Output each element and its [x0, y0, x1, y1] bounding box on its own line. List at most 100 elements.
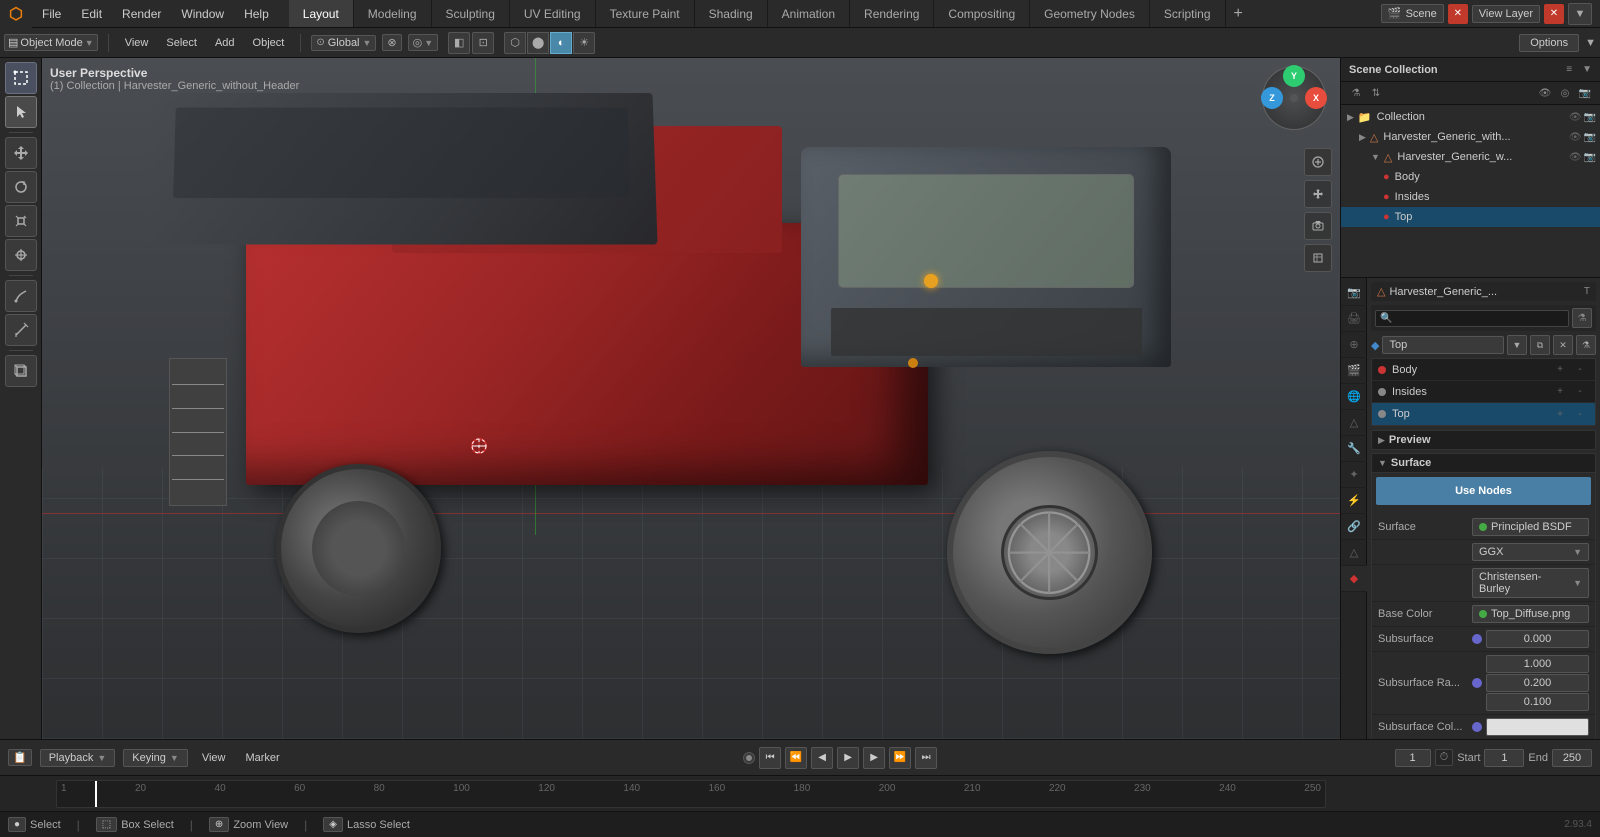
- scene-selector[interactable]: 🎬 Scene: [1381, 4, 1444, 23]
- options-chevron[interactable]: ▼: [1585, 37, 1596, 49]
- subsurface-value[interactable]: 0.000: [1486, 630, 1589, 648]
- mode-switcher[interactable]: ▤ Object Mode ▼: [4, 34, 98, 51]
- prop-constraints-tab[interactable]: 🔗: [1341, 514, 1367, 540]
- prop-modifier-tab[interactable]: 🔧: [1341, 436, 1367, 462]
- prop-material-tab[interactable]: ◆: [1341, 566, 1367, 592]
- viewlayer-close-btn[interactable]: ✕: [1544, 4, 1564, 24]
- scene-close-btn[interactable]: ✕: [1448, 4, 1468, 24]
- outliner-item-collection[interactable]: ▶ 📁 Collection 👁 📷: [1341, 107, 1600, 127]
- jump-end-btn[interactable]: ⏭: [915, 747, 937, 769]
- material-preview-btn[interactable]: ◐: [550, 32, 572, 54]
- tab-geometry-nodes[interactable]: Geometry Nodes: [1030, 0, 1150, 27]
- vis-cam-hp[interactable]: 📷: [1584, 132, 1596, 143]
- prop-world-tab[interactable]: 🌐: [1341, 384, 1367, 410]
- tab-animation[interactable]: Animation: [768, 0, 850, 27]
- subsurf-r-val1[interactable]: 1.000: [1486, 655, 1589, 673]
- prop-scene-tab[interactable]: 🎬: [1341, 358, 1367, 384]
- tool-select-box[interactable]: [5, 62, 37, 94]
- tab-shading[interactable]: Shading: [695, 0, 768, 27]
- select-menu[interactable]: Select: [160, 35, 203, 51]
- wireframe-btn[interactable]: ⬡: [504, 32, 526, 54]
- keying-dropdown[interactable]: Keying ▼: [123, 749, 188, 767]
- harvester-3d-object[interactable]: [198, 126, 1172, 548]
- tab-compositing[interactable]: Compositing: [934, 0, 1030, 27]
- surface-shader-value[interactable]: Principled BSDF: [1472, 518, 1589, 536]
- tab-scripting[interactable]: Scripting: [1150, 0, 1226, 27]
- prop-object-tab[interactable]: △: [1341, 410, 1367, 436]
- mat-insides-remove-btn[interactable]: -: [1571, 383, 1589, 401]
- rendered-btn[interactable]: ☀: [573, 32, 595, 54]
- timeline-marker-btn[interactable]: Marker: [239, 750, 285, 766]
- ggx-value[interactable]: GGX ▼: [1472, 543, 1589, 561]
- tab-rendering[interactable]: Rendering: [850, 0, 934, 27]
- mat-body-remove-btn[interactable]: -: [1571, 361, 1589, 379]
- tool-measure[interactable]: [5, 314, 37, 346]
- object-menu[interactable]: Object: [247, 35, 291, 51]
- options-button[interactable]: Options: [1519, 34, 1579, 52]
- prop-data-tab[interactable]: △: [1341, 540, 1367, 566]
- mat-item-body[interactable]: Body + -: [1372, 359, 1595, 381]
- vis-eye-collection[interactable]: 👁: [1569, 112, 1582, 123]
- material-filter-btn[interactable]: ⚗: [1572, 308, 1592, 328]
- preview-section-header[interactable]: ▶ Preview: [1371, 430, 1596, 450]
- prop-view-layer-tab[interactable]: ⊕: [1341, 332, 1367, 358]
- xray-toggle[interactable]: ⊡: [472, 32, 494, 54]
- menu-window[interactable]: Window: [171, 0, 234, 27]
- outliner-eye-btn[interactable]: 👁: [1536, 84, 1554, 102]
- material-browse-btn[interactable]: ▼: [1507, 335, 1527, 355]
- mat-top-remove-btn[interactable]: -: [1571, 405, 1589, 423]
- tab-uv-editing[interactable]: UV Editing: [510, 0, 596, 27]
- outliner-item-top[interactable]: ● Top: [1341, 207, 1600, 227]
- outliner-sort-btn[interactable]: ⇅: [1367, 84, 1385, 102]
- nav-axis-x[interactable]: X: [1305, 87, 1327, 109]
- end-frame-input[interactable]: [1552, 749, 1592, 767]
- nav-axis-z[interactable]: Z: [1261, 87, 1283, 109]
- prev-keyframe-btn[interactable]: ⏪: [785, 747, 807, 769]
- material-filter2-btn[interactable]: ⚗: [1576, 335, 1596, 355]
- tab-texture-paint[interactable]: Texture Paint: [596, 0, 695, 27]
- view-menu[interactable]: View: [119, 35, 155, 51]
- surface-section-header[interactable]: ▼ Surface: [1372, 454, 1595, 473]
- tool-cursor[interactable]: [5, 96, 37, 128]
- menu-help[interactable]: Help: [234, 0, 279, 27]
- active-material-name-field[interactable]: Top: [1382, 336, 1504, 354]
- outliner-filter-btn[interactable]: ⚗: [1347, 84, 1365, 102]
- timeline-area-icon[interactable]: 📋: [8, 749, 32, 766]
- viewport-nav-widget[interactable]: X Y Z: [1262, 66, 1332, 136]
- add-menu[interactable]: Add: [209, 35, 241, 51]
- outliner-render-btn[interactable]: 📷: [1576, 84, 1594, 102]
- vis-eye-hp[interactable]: 👁: [1569, 132, 1582, 143]
- vp-ortho[interactable]: [1304, 244, 1332, 272]
- material-search-input[interactable]: [1395, 313, 1564, 324]
- material-copy-btn[interactable]: ⧉: [1530, 335, 1550, 355]
- tab-modeling[interactable]: Modeling: [354, 0, 432, 27]
- tool-add-cube[interactable]: [5, 355, 37, 387]
- tool-rotate[interactable]: [5, 171, 37, 203]
- play-btn[interactable]: ▶: [837, 747, 859, 769]
- prop-physics-tab[interactable]: ⚡: [1341, 488, 1367, 514]
- prop-particles-tab[interactable]: ✦: [1341, 462, 1367, 488]
- next-frame-btn[interactable]: ▶: [863, 747, 885, 769]
- subsurf-r-val2[interactable]: 0.200: [1486, 674, 1589, 692]
- current-frame-input[interactable]: [1395, 749, 1431, 767]
- viewport-3d[interactable]: User Perspective (1) Collection | Harves…: [42, 58, 1340, 739]
- use-nodes-button[interactable]: Use Nodes: [1376, 477, 1591, 505]
- vp-pan[interactable]: [1304, 180, 1332, 208]
- menu-render[interactable]: Render: [112, 0, 171, 27]
- proportional-edit[interactable]: ◎ ▼: [408, 34, 439, 51]
- tool-move[interactable]: [5, 137, 37, 169]
- subsurf-r-val3[interactable]: 0.100: [1486, 693, 1589, 711]
- nav-gizmo[interactable]: X Y Z: [1262, 66, 1326, 130]
- prop-render-tab[interactable]: 📷: [1341, 280, 1367, 306]
- prev-frame-btn[interactable]: ◀: [811, 747, 833, 769]
- nav-axis-y[interactable]: Y: [1283, 65, 1305, 87]
- overlay-toggle[interactable]: ◧: [448, 32, 470, 54]
- outliner-select-btn[interactable]: ◎: [1556, 84, 1574, 102]
- snap-toggle[interactable]: ⊗: [382, 34, 401, 51]
- jump-start-btn[interactable]: ⏮: [759, 747, 781, 769]
- transform-space[interactable]: ⊙ Global ▼: [311, 35, 376, 51]
- vp-zoom-in[interactable]: [1304, 148, 1332, 176]
- outliner-item-harvester-parent[interactable]: ▶ △ Harvester_Generic_with... 👁 📷: [1341, 127, 1600, 147]
- material-remove-btn[interactable]: ✕: [1553, 335, 1573, 355]
- vis-cam-collection[interactable]: 📷: [1584, 112, 1596, 123]
